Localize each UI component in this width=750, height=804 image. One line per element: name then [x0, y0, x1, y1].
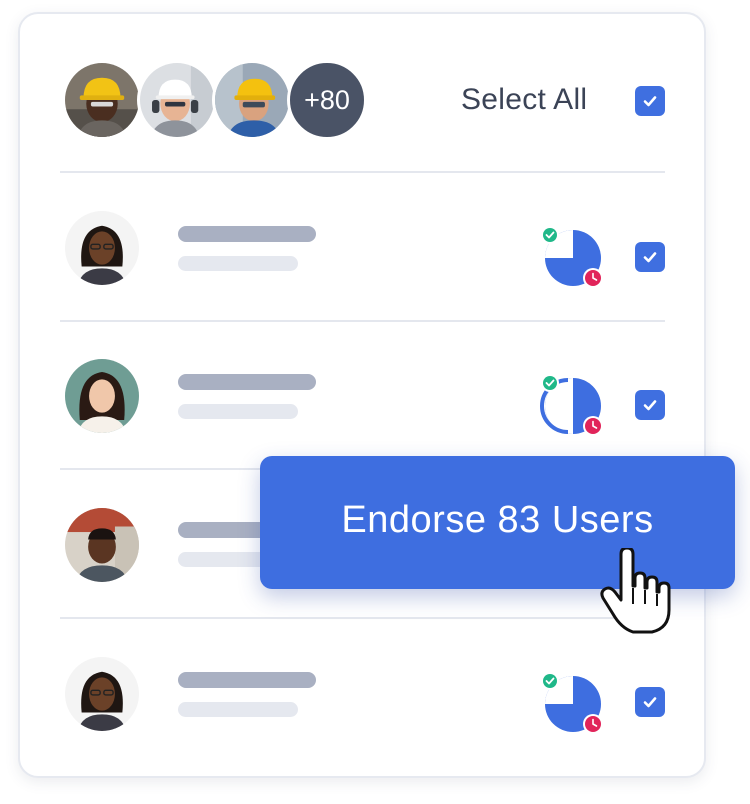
user-avatar	[62, 356, 142, 436]
endorsement-progress-icon	[540, 374, 603, 436]
row-checkbox[interactable]	[635, 390, 665, 420]
worker-avatar-1	[62, 60, 142, 140]
user-name-placeholder	[178, 672, 316, 688]
divider	[60, 320, 665, 322]
user-detail-placeholder	[178, 404, 298, 419]
user-avatar	[62, 505, 142, 585]
user-detail-placeholder	[178, 256, 298, 271]
worker-avatar-3	[212, 60, 292, 140]
more-users-badge: +80	[287, 60, 367, 140]
user-name-placeholder	[178, 226, 316, 242]
select-all-label: Select All	[461, 83, 588, 116]
endorsement-progress-icon	[541, 672, 603, 734]
hand-pointer-cursor-icon	[600, 548, 671, 634]
divider	[60, 617, 665, 619]
check-icon	[643, 400, 657, 411]
select-all-checkbox[interactable]	[635, 86, 665, 116]
row-checkbox[interactable]	[635, 242, 665, 272]
user-detail-placeholder	[178, 702, 298, 717]
worker-avatar-2	[137, 60, 217, 140]
divider	[60, 171, 665, 173]
row-checkbox[interactable]	[635, 687, 665, 717]
endorsement-progress-icon	[541, 226, 603, 288]
check-icon	[643, 697, 657, 708]
user-name-placeholder	[178, 374, 316, 390]
check-icon	[643, 96, 657, 107]
user-avatar	[62, 654, 142, 734]
check-icon	[643, 252, 657, 263]
user-avatar	[62, 208, 142, 288]
